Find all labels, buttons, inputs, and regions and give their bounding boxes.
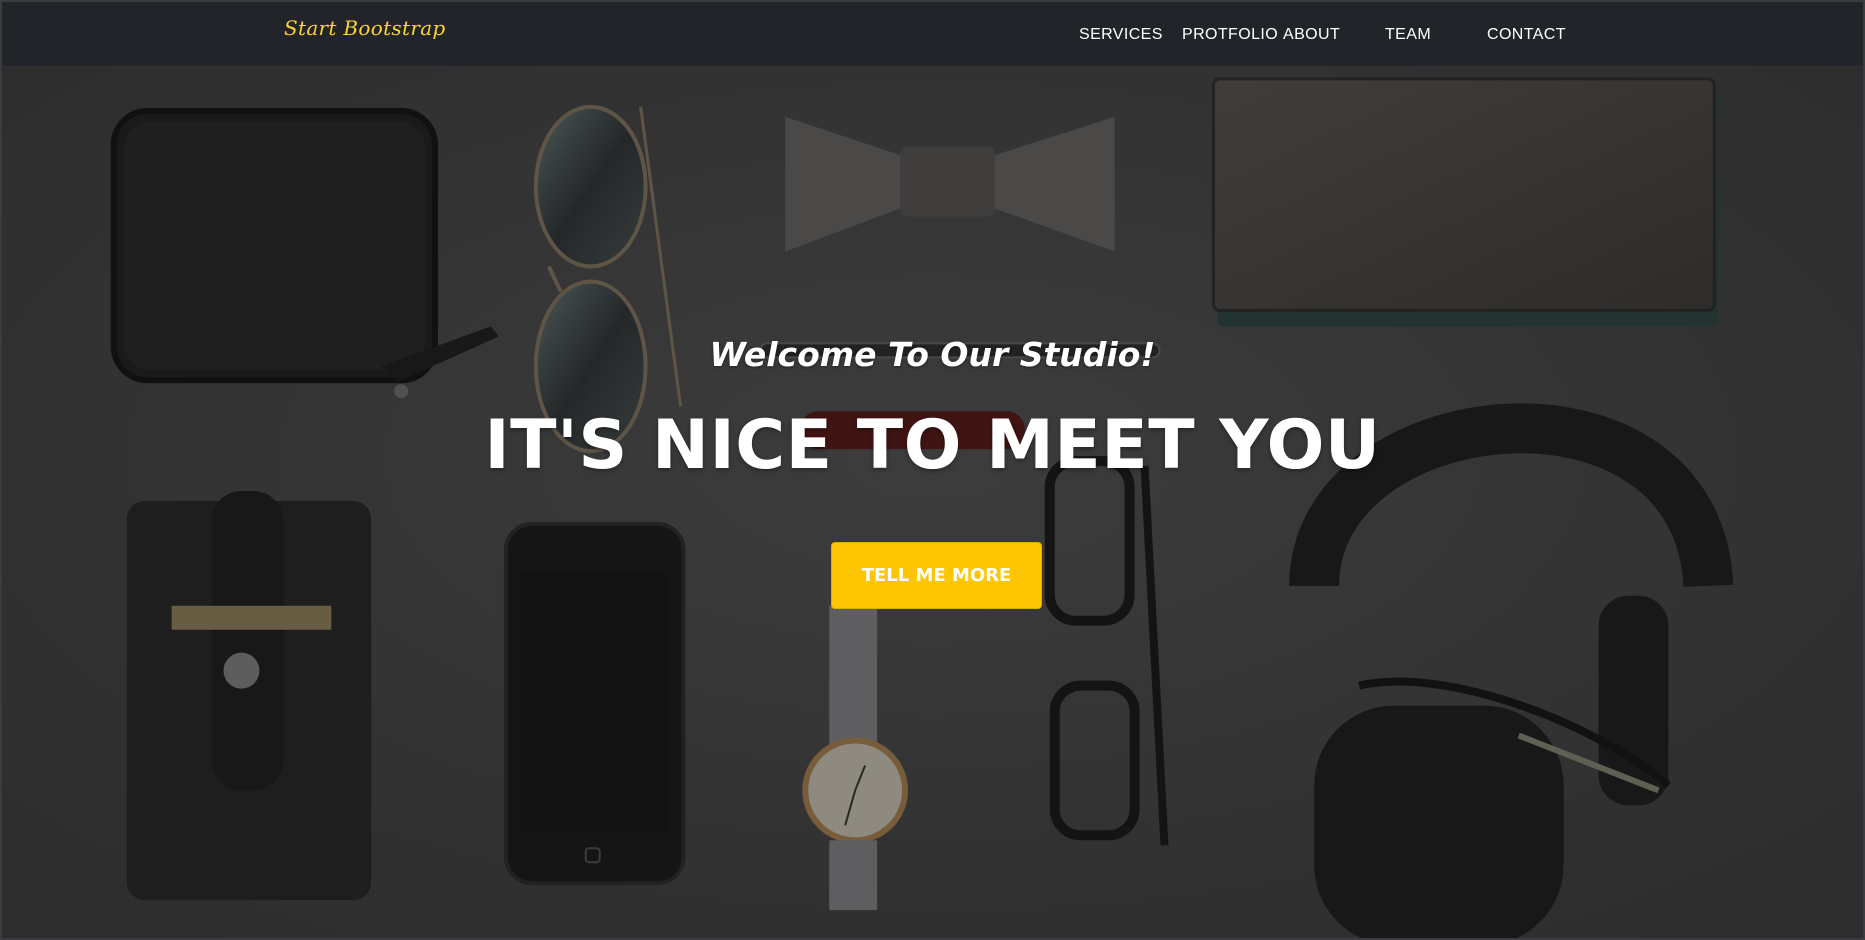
hero-overlay (2, 66, 1863, 938)
tell-me-more-button[interactable]: TELL ME MORE (831, 542, 1042, 609)
nav-link-about[interactable]: ABOUT (1283, 26, 1340, 44)
brand-logo-link[interactable]: Start Bootstrap (284, 16, 446, 40)
hero-section: Welcome To Our Studio! IT'S NICE TO MEET… (2, 66, 1863, 938)
hero-heading: IT'S NICE TO MEET YOU (484, 406, 1381, 485)
hero-subheading: Welcome To Our Studio! (709, 335, 1156, 374)
nav-link-portfolio[interactable]: PROTFOLIO (1182, 26, 1278, 44)
top-navbar: Start Bootstrap SERVICES PROTFOLIO ABOUT… (2, 2, 1863, 66)
nav-link-team[interactable]: TEAM (1385, 26, 1431, 44)
landing-page: Start Bootstrap SERVICES PROTFOLIO ABOUT… (0, 0, 1865, 940)
nav-link-services[interactable]: SERVICES (1079, 26, 1163, 44)
nav-link-contact[interactable]: CONTACT (1487, 26, 1566, 44)
